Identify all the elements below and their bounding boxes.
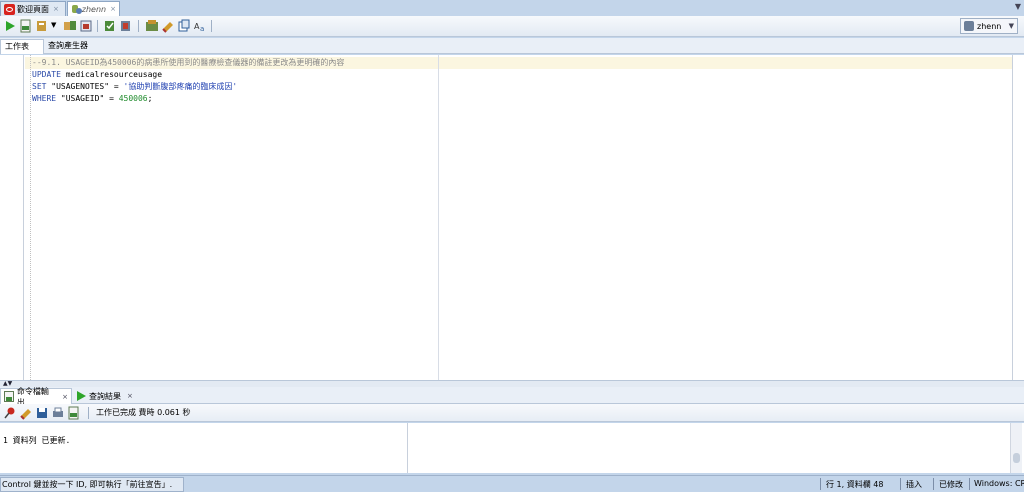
tab-worksheet[interactable]: 工作表 bbox=[0, 39, 44, 54]
line-ending-indicator: Windows: CR bbox=[974, 479, 1024, 488]
modified-indicator: 已修改 bbox=[939, 480, 963, 489]
code-line: WHERE "USAGEID" = 450006; bbox=[32, 93, 152, 105]
explain-plan-icon[interactable] bbox=[63, 19, 77, 33]
run-statement-icon[interactable] bbox=[3, 19, 17, 33]
tab-welcome-page[interactable]: 歡迎頁面 × bbox=[0, 1, 66, 16]
right-margin-guide bbox=[438, 55, 439, 380]
status-separator bbox=[820, 478, 821, 490]
code-line: SET "USAGENOTES" = '協助判斷腹部疼痛的臨床成因' bbox=[32, 81, 237, 93]
close-icon[interactable]: × bbox=[110, 5, 116, 13]
sql-history-list-icon[interactable] bbox=[177, 19, 191, 33]
tab-label: 歡迎頁面 bbox=[17, 4, 49, 14]
database-icon bbox=[964, 21, 974, 31]
editor-margin bbox=[30, 55, 31, 380]
code-token: medicalresourceusage bbox=[60, 70, 163, 79]
svg-text:a: a bbox=[200, 25, 204, 33]
scrollbar-thumb[interactable] bbox=[1013, 453, 1020, 463]
code-line: --9.1. USAGEID為450006的病患所使用到的醫療檢查儀器的備註更改… bbox=[32, 57, 344, 69]
line-gutter bbox=[0, 55, 24, 380]
code-token: "USAGEID" = bbox=[56, 94, 119, 103]
close-icon[interactable]: × bbox=[62, 393, 68, 401]
toolbar-separator bbox=[138, 20, 139, 32]
pin-icon[interactable] bbox=[3, 406, 17, 420]
save-icon[interactable] bbox=[35, 406, 49, 420]
splitter-arrows-icon[interactable]: ▲▼ bbox=[3, 380, 12, 387]
sql-history-icon[interactable] bbox=[145, 19, 159, 33]
script-output-icon bbox=[4, 391, 14, 402]
status-separator bbox=[969, 478, 970, 490]
tab-label: 查詢結果 bbox=[89, 391, 121, 401]
autotrace-icon[interactable] bbox=[35, 19, 49, 33]
database-connection-icon bbox=[71, 4, 82, 15]
code-token: --9.1. USAGEID為450006的病患所使用到的醫療檢查儀器的備註更改… bbox=[32, 58, 345, 67]
clear-eraser-icon[interactable] bbox=[19, 406, 33, 420]
tab-query-result[interactable]: 查詢結果 × bbox=[74, 388, 138, 404]
oracle-icon bbox=[4, 3, 15, 15]
close-icon[interactable]: × bbox=[53, 5, 59, 13]
connection-label: zhenn bbox=[977, 21, 1002, 31]
tab-zhenn-worksheet[interactable]: zhenn × bbox=[67, 1, 120, 16]
toolbar-separator bbox=[88, 407, 89, 419]
status-separator bbox=[933, 478, 934, 490]
toolbar-separator bbox=[97, 20, 98, 32]
cursor-position: 行 1, 資料欄 48 bbox=[826, 480, 884, 489]
sql-editor[interactable]: --9.1. USAGEID為450006的病患所使用到的醫療檢查儀器的備註更改… bbox=[0, 55, 1024, 381]
buffer-size-icon[interactable] bbox=[67, 406, 81, 420]
run-script-icon[interactable] bbox=[19, 19, 33, 33]
output-tab-bar: 命令檔輸出 × 查詢結果 × bbox=[0, 387, 1024, 407]
tab-script-output[interactable]: 命令檔輸出 × bbox=[0, 387, 72, 407]
to-upper-lower-case-icon[interactable]: Aa bbox=[193, 19, 207, 33]
close-icon[interactable]: × bbox=[127, 392, 133, 400]
status-bar: Control 鍵並按一下 ID, 即可執行「前往宣告」. 行 1, 資料欄 4… bbox=[0, 475, 1024, 492]
editor-right-border bbox=[1012, 55, 1013, 380]
clear-eraser-icon[interactable] bbox=[161, 19, 175, 33]
status-message: Control 鍵並按一下 ID, 即可執行「前往宣告」. bbox=[0, 477, 184, 492]
task-status-text: 工作已完成 費時 0.061 秒 bbox=[96, 408, 191, 417]
script-output-panel: 1 資料列 已更新. bbox=[0, 423, 1024, 473]
code-token: "USAGENOTES" = bbox=[46, 82, 124, 91]
commit-icon[interactable] bbox=[103, 19, 117, 33]
chevron-down-icon: ▼ bbox=[1008, 22, 1014, 30]
document-tab-bar: 歡迎頁面 × zhenn × ▼ bbox=[0, 0, 1024, 16]
code-token: '協助判斷腹部疼痛的臨床成因' bbox=[123, 82, 238, 91]
output-scrollbar[interactable] bbox=[1010, 423, 1022, 473]
print-icon[interactable] bbox=[51, 406, 65, 420]
output-toolbar: 工作已完成 費時 0.061 秒 bbox=[0, 404, 1024, 422]
code-token: ; bbox=[147, 94, 153, 103]
code-token: 450006 bbox=[118, 94, 148, 103]
tab-query-builder[interactable]: 查詢產生器 bbox=[44, 39, 104, 54]
worksheet-toolbar: ▼ Aa zhenn ▼ bbox=[0, 16, 1024, 37]
tab-label: zhenn bbox=[81, 4, 107, 14]
worksheet-subtab-bar: 工作表 查詢產生器 bbox=[0, 38, 1024, 54]
status-separator bbox=[900, 478, 901, 490]
script-output-text-area[interactable]: 1 資料列 已更新. bbox=[0, 423, 408, 473]
code-token: UPDATE bbox=[32, 70, 61, 79]
code-token: SET bbox=[32, 82, 47, 91]
code-line: UPDATE medicalresourceusage bbox=[32, 69, 162, 81]
toolbar-separator bbox=[211, 20, 212, 32]
output-message: 1 資料列 已更新. bbox=[3, 436, 71, 445]
code-token: WHERE bbox=[32, 94, 57, 103]
insert-mode[interactable]: 插入 bbox=[906, 479, 922, 490]
sql-tuning-icon[interactable] bbox=[79, 19, 93, 33]
query-result-icon bbox=[77, 391, 86, 401]
rollback-icon[interactable] bbox=[119, 19, 133, 33]
tab-list-dropdown-icon[interactable]: ▼ bbox=[1015, 2, 1021, 11]
connection-selector[interactable]: zhenn ▼ bbox=[960, 18, 1018, 34]
